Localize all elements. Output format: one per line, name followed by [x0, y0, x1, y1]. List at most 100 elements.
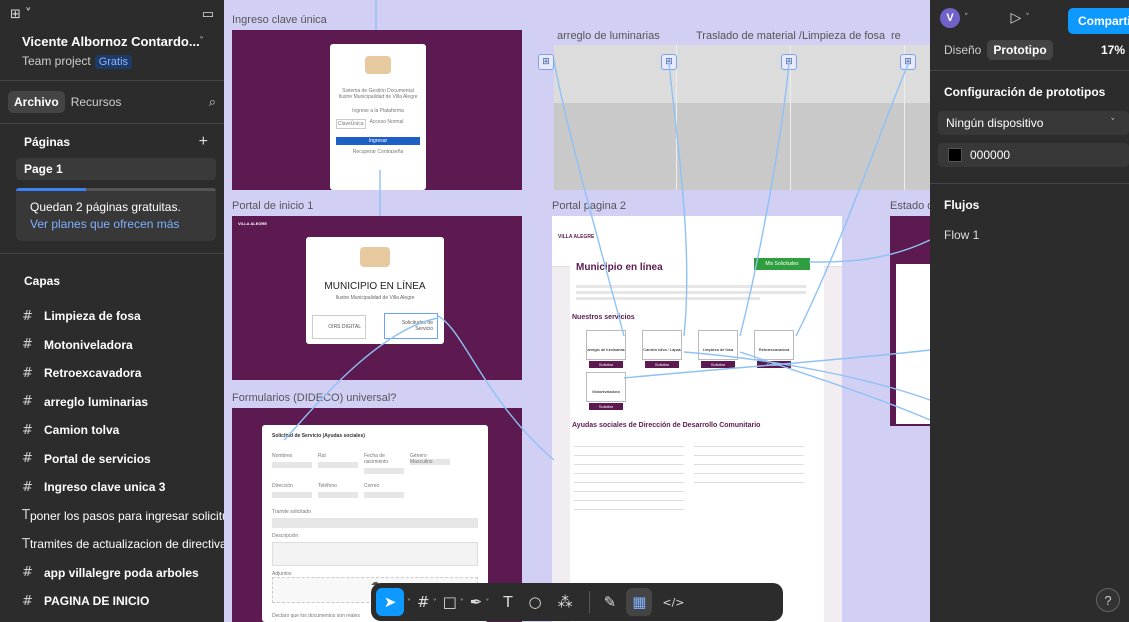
flows-header: Flujos: [944, 198, 980, 212]
layer-name: Camion tolva: [44, 423, 120, 438]
help-button[interactable]: ?: [1096, 588, 1120, 612]
chevron-down-icon[interactable]: ˅: [433, 598, 437, 607]
team-name[interactable]: Team project: [22, 54, 91, 68]
tab-prototipo[interactable]: Prototipo: [987, 40, 1053, 60]
frame-layer-icon: #: [22, 479, 33, 495]
text-layer-icon: T: [22, 508, 30, 524]
frame-layer-icon: #: [22, 422, 33, 438]
quota-text: Quedan 2 páginas gratuitas.: [30, 200, 181, 214]
bottom-toolbar: ➤ ˅ # ˅ □ ˅ ✒ ˅ T ○ ⁂ ✎ ▦ </>: [371, 583, 783, 621]
frame-layer-icon: #: [22, 451, 33, 467]
figma-menu-icon[interactable]: ⊞ ˅: [10, 7, 32, 22]
connection-line: [553, 59, 625, 337]
color-hex[interactable]: 000000: [970, 148, 1010, 162]
connection-line: [683, 351, 930, 401]
layer-name: Ingreso clave unica 3: [44, 480, 166, 495]
share-button[interactable]: Compartir: [1068, 8, 1129, 34]
device-select[interactable]: Ningún dispositivo ˅: [938, 111, 1129, 135]
frame-layer-icon: #: [22, 593, 33, 609]
tab-archivo[interactable]: Archivo: [8, 91, 65, 113]
connection-line: [739, 61, 790, 337]
sidebar-toggle-icon[interactable]: ▭: [202, 7, 214, 22]
frame-layer-icon: #: [22, 308, 33, 324]
layer-item[interactable]: # arreglo luminarias: [0, 388, 224, 417]
layer-name: poner los pasos para ingresar solicitud: [29, 508, 224, 523]
file-name[interactable]: Vicente Albornoz Contardo...: [22, 34, 202, 49]
layer-item[interactable]: # Motoniveladora: [0, 331, 224, 360]
layer-item[interactable]: # Retroexcavadora: [0, 359, 224, 388]
present-icon[interactable]: ▷: [1011, 10, 1022, 26]
layers-list: # Limpieza de fosa # Motoniveladora # Retroex…: [0, 302, 224, 622]
prototype-connections: [283, 0, 930, 461]
quota-progress-fill: [16, 188, 86, 191]
connection-line: [283, 317, 439, 441]
chevron-down-icon[interactable]: ˅: [460, 598, 464, 607]
chevron-down-icon[interactable]: ˅: [485, 598, 489, 607]
connection-line: [808, 239, 930, 263]
plan-badge[interactable]: Gratis: [94, 55, 133, 69]
layer-item[interactable]: # Portal de servicios: [0, 445, 224, 474]
chevron-down-icon[interactable]: ˅: [1025, 13, 1030, 23]
device-value: Ningún dispositivo: [946, 116, 1044, 130]
page-item[interactable]: Page 1: [16, 158, 216, 180]
search-icon[interactable]: ⌕: [209, 95, 216, 110]
flow-item[interactable]: Flow 1: [930, 212, 1129, 242]
left-panel: ⊞ ˅ ▭ Vicente Albornoz Contardo... ˅ Tea…: [0, 0, 224, 622]
frame-tool-icon[interactable]: #: [417, 588, 430, 616]
layer-name: Retroexcavadora: [44, 366, 142, 381]
layer-item[interactable]: # Camion tolva: [0, 416, 224, 445]
layer-item[interactable]: #Numero de poste: [0, 616, 224, 622]
divider: [588, 591, 590, 613]
layer-name: Limpieza de fosa: [44, 309, 141, 324]
prototype-config-header: Configuración de prototipos: [944, 85, 1106, 99]
chevron-down-icon[interactable]: ˅: [407, 598, 411, 607]
layer-item[interactable]: # PAGINA DE INICIO: [0, 587, 224, 616]
text-tool-icon[interactable]: T: [503, 588, 512, 616]
chevron-down-icon[interactable]: ˅: [964, 13, 969, 23]
chevron-down-icon: ˅: [1110, 118, 1116, 128]
layer-item[interactable]: # Ingreso clave unica 3: [0, 473, 224, 502]
connection-line: [437, 315, 555, 461]
background-color-field[interactable]: 000000: [938, 143, 1129, 167]
frame-layer-icon: #: [22, 337, 33, 353]
frame-layer-icon: #: [22, 565, 33, 581]
layers-header: Capas: [24, 274, 61, 288]
zoom-level[interactable]: 17%: [1101, 43, 1125, 57]
dev-mode-icon[interactable]: </>: [662, 588, 684, 616]
layer-name: app villalegre poda arboles: [44, 565, 199, 580]
layer-name: tramites de actualizacion de directiva: [29, 537, 224, 552]
tab-diseno[interactable]: Diseño: [938, 40, 987, 60]
right-panel: V ˅ ▷ ˅ Compartir Diseño Prototipo 17% C…: [930, 0, 1129, 622]
rectangle-tool-icon[interactable]: □: [443, 588, 457, 616]
tab-recursos[interactable]: Recursos: [65, 91, 128, 113]
quota-link[interactable]: Ver planes que ofrecen más: [30, 217, 204, 231]
divider: [0, 80, 224, 81]
canvas[interactable]: Ingreso clave única Sistema de Gestión D…: [224, 0, 933, 622]
color-swatch[interactable]: [948, 148, 962, 162]
layer-item[interactable]: # app villalegre poda arboles: [0, 559, 224, 588]
divider: [0, 123, 224, 124]
move-tool-icon[interactable]: ➤: [376, 588, 404, 616]
avatar[interactable]: V: [940, 8, 960, 28]
layer-item[interactable]: Ttramites de actualizacion de directiva: [0, 530, 224, 559]
frame-layer-icon: #: [22, 394, 33, 410]
layer-name: Portal de servicios: [44, 451, 151, 466]
add-page-icon[interactable]: +: [199, 133, 208, 151]
layer-name: PAGINA DE INICIO: [44, 594, 150, 609]
draw-tool-icon[interactable]: ✎: [604, 588, 617, 616]
layer-item[interactable]: # Limpieza de fosa: [0, 302, 224, 331]
connection-line: [795, 61, 910, 337]
connection-line: [668, 61, 688, 337]
chevron-down-icon[interactable]: ˅: [199, 36, 204, 47]
layer-item[interactable]: Tponer los pasos para ingresar solicitud: [0, 502, 224, 531]
pen-tool-icon[interactable]: ✒: [470, 588, 483, 616]
connection-line: [739, 351, 930, 421]
actions-tool-icon[interactable]: ⁂: [558, 588, 573, 616]
pages-header: Páginas: [24, 135, 71, 149]
layer-name: arreglo luminarias: [44, 394, 149, 409]
comment-tool-icon[interactable]: ○: [529, 588, 542, 616]
layer-name: Motoniveladora: [44, 337, 133, 352]
frame-layer-icon: #: [22, 365, 33, 381]
design-mode-icon[interactable]: ▦: [626, 588, 653, 616]
text-layer-icon: T: [22, 536, 30, 552]
